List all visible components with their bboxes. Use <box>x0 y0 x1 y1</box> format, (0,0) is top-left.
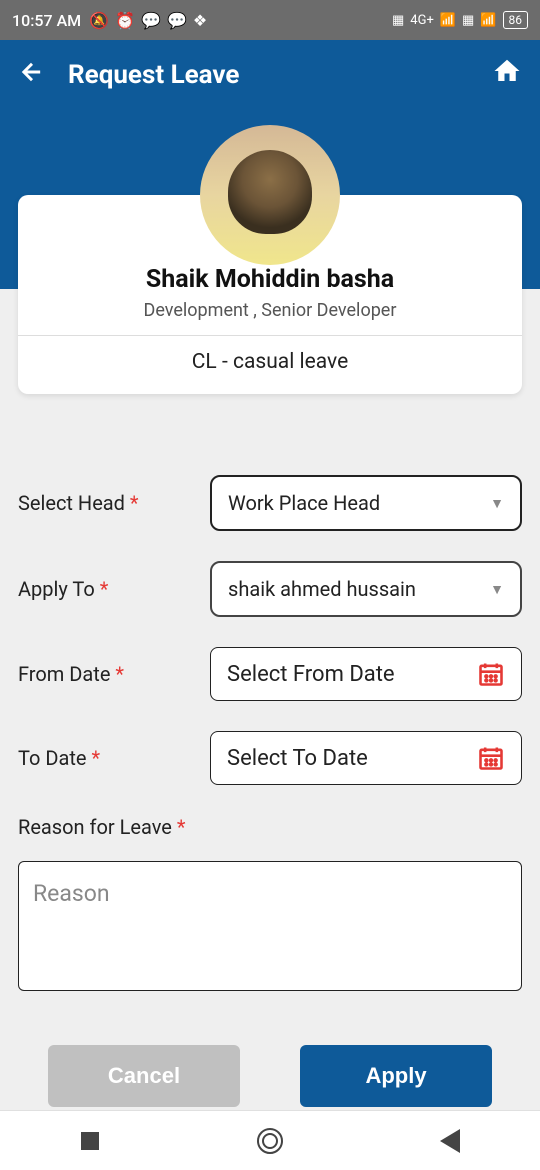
network-type: 4G+ <box>410 13 434 28</box>
bell-off-icon: 🔕 <box>89 11 109 30</box>
apply-button[interactable]: Apply <box>300 1045 492 1107</box>
apply-to-label: Apply To * <box>18 577 198 601</box>
back-arrow-icon[interactable] <box>18 58 46 92</box>
app-icon: ❖ <box>193 11 207 30</box>
from-date-label: From Date * <box>18 662 198 686</box>
chevron-down-icon: ▼ <box>490 581 504 598</box>
from-date-input[interactable]: Select From Date <box>210 647 522 701</box>
profile-role: Development , Senior Developer <box>38 300 502 321</box>
alarm-icon: ⏰ <box>115 11 135 30</box>
reason-label: Reason for Leave * <box>18 815 522 839</box>
from-date-row: From Date * Select From Date <box>18 647 522 701</box>
leave-type: CL - casual leave <box>38 350 502 374</box>
select-head-row: Select Head * Work Place Head ▼ <box>18 475 522 531</box>
nav-back-icon[interactable] <box>437 1128 463 1154</box>
nav-home-icon[interactable] <box>257 1128 283 1154</box>
apply-to-value: shaik ahmed hussain <box>228 577 416 601</box>
button-row: Cancel Apply <box>18 1045 522 1107</box>
cancel-button[interactable]: Cancel <box>48 1045 240 1107</box>
message-icon: 💬 <box>141 11 161 30</box>
form-area: Select Head * Work Place Head ▼ Apply To… <box>0 289 540 1107</box>
to-date-input[interactable]: Select To Date <box>210 731 522 785</box>
nav-bar <box>0 1110 540 1170</box>
apply-to-dropdown[interactable]: shaik ahmed hussain ▼ <box>210 561 522 617</box>
status-time: 10:57 AM <box>12 11 81 30</box>
app-header: Request Leave <box>0 40 540 109</box>
status-bar: 10:57 AM 🔕 ⏰ 💬 💬 ❖ ▦ 4G+ 📶 ▦ 📶 86 <box>0 0 540 40</box>
chevron-down-icon: ▼ <box>490 495 504 512</box>
profile-name: Shaik Mohiddin basha <box>38 265 502 294</box>
status-right: ▦ 4G+ 📶 ▦ 📶 86 <box>392 11 528 29</box>
select-head-dropdown[interactable]: Work Place Head ▼ <box>210 475 522 531</box>
to-date-label: To Date * <box>18 746 198 770</box>
signal-icon-2: 📶 <box>480 13 496 28</box>
select-head-label: Select Head * <box>18 491 198 515</box>
message-icon-2: 💬 <box>167 11 187 30</box>
profile-card: Shaik Mohiddin basha Development , Senio… <box>18 195 522 394</box>
apply-to-row: Apply To * shaik ahmed hussain ▼ <box>18 561 522 617</box>
status-icons-left: 🔕 ⏰ 💬 💬 ❖ <box>89 11 207 30</box>
from-date-placeholder: Select From Date <box>227 662 395 687</box>
reason-textarea[interactable] <box>18 861 522 991</box>
volte-icon: ▦ <box>392 13 404 28</box>
to-date-row: To Date * Select To Date <box>18 731 522 785</box>
signal-icon: 📶 <box>440 13 456 28</box>
page-title: Request Leave <box>68 60 470 90</box>
status-left: 10:57 AM 🔕 ⏰ 💬 💬 ❖ <box>12 11 207 30</box>
divider <box>18 335 522 336</box>
nav-recent-icon[interactable] <box>77 1128 103 1154</box>
volte-icon-2: ▦ <box>462 13 474 28</box>
avatar <box>200 125 340 265</box>
select-head-value: Work Place Head <box>228 491 380 515</box>
calendar-icon <box>477 744 505 772</box>
battery-indicator: 86 <box>503 11 529 29</box>
to-date-placeholder: Select To Date <box>227 746 368 771</box>
home-icon[interactable] <box>492 56 522 93</box>
calendar-icon <box>477 660 505 688</box>
